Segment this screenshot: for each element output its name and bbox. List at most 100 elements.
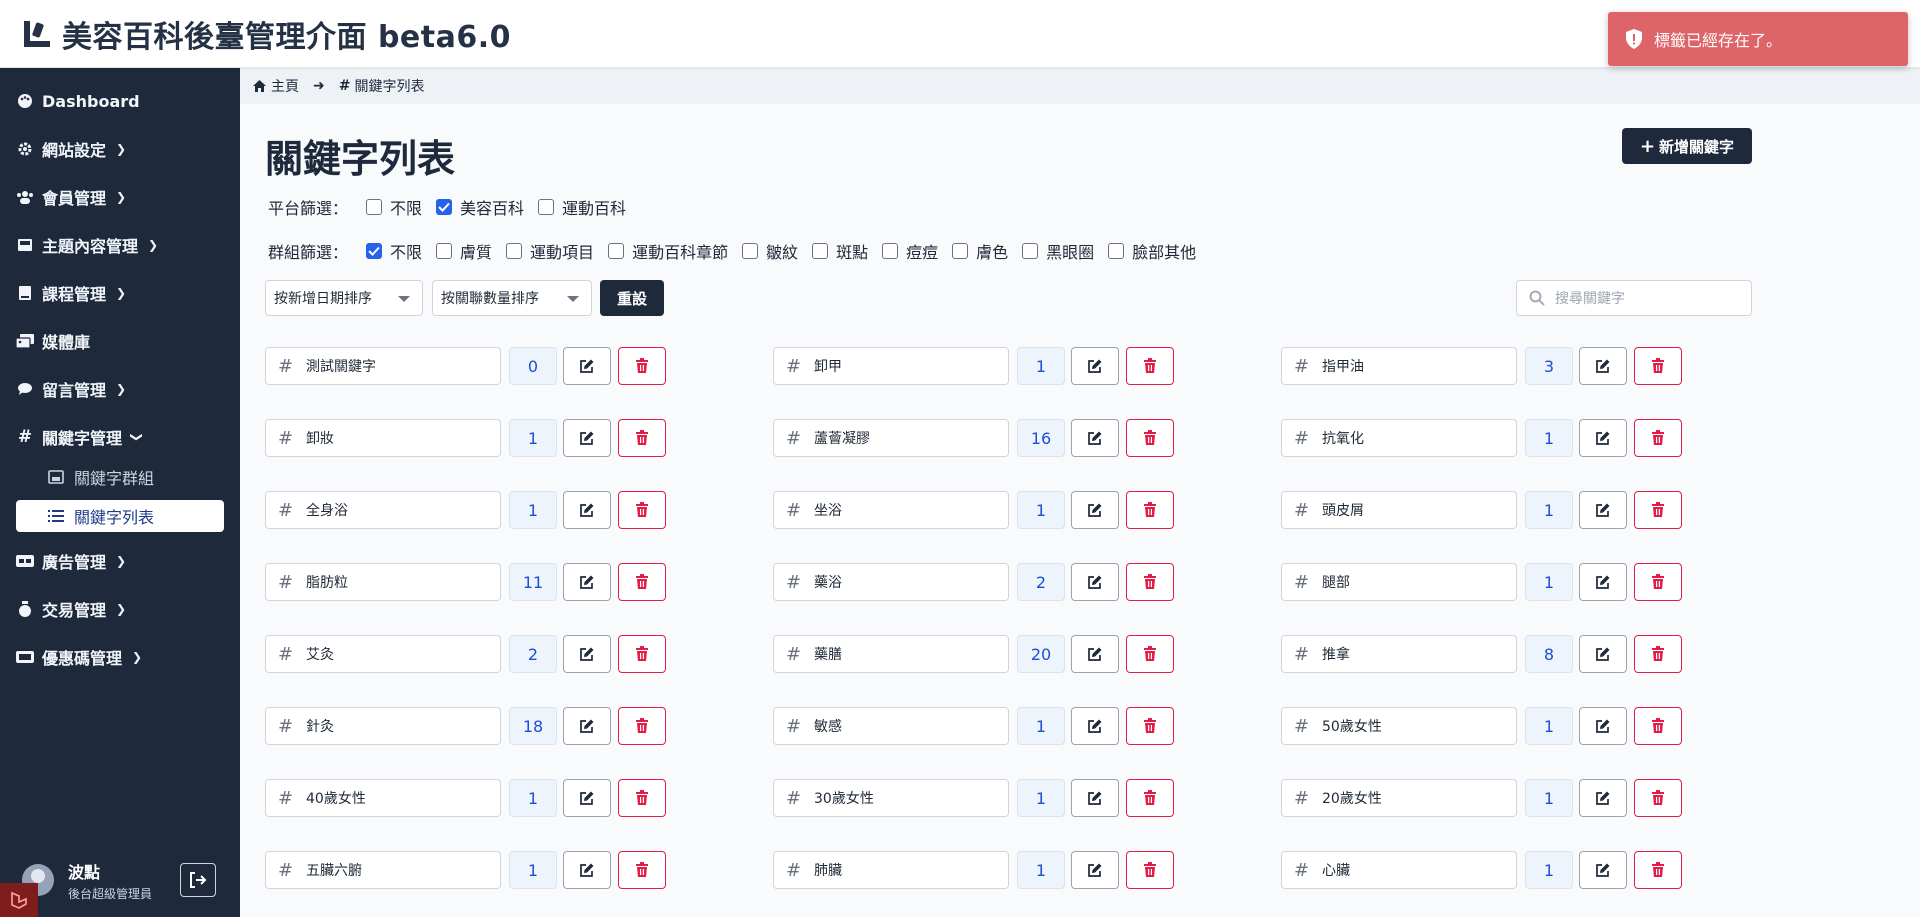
keyword-name-field[interactable]: # 推拿 — [1281, 635, 1517, 673]
checkbox[interactable] — [952, 243, 969, 259]
delete-button[interactable] — [1126, 707, 1174, 745]
edit-button[interactable] — [1579, 707, 1627, 745]
edit-button[interactable] — [1071, 851, 1119, 889]
keyword-name-field[interactable]: # 卸妝 — [265, 419, 501, 457]
group-checkbox[interactable]: 膚質 — [436, 239, 492, 263]
keyword-name-field[interactable]: #50歲女性 — [1281, 707, 1517, 745]
keyword-name-field[interactable]: # 全身浴 — [265, 491, 501, 529]
delete-button[interactable] — [618, 347, 666, 385]
keyword-name-field[interactable]: # 卸甲 — [773, 347, 1009, 385]
checkbox[interactable] — [1022, 243, 1039, 259]
delete-button[interactable] — [618, 707, 666, 745]
search-input[interactable]: 搜尋關鍵字 — [1516, 280, 1752, 316]
group-checkbox[interactable]: 運動百科章節 — [608, 239, 728, 263]
group-checkbox[interactable]: 黑眼圈 — [1022, 239, 1094, 263]
group-checkbox[interactable]: 皺紋 — [742, 239, 798, 263]
delete-button[interactable] — [1634, 779, 1682, 817]
keyword-name-field[interactable]: # 頭皮屑 — [1281, 491, 1517, 529]
keyword-name-field[interactable]: #30歲女性 — [773, 779, 1009, 817]
sidebar-item-media-library[interactable]: 媒體庫 — [0, 321, 240, 361]
group-checkbox[interactable]: 運動項目 — [506, 239, 594, 263]
keyword-name-field[interactable]: # 敏感 — [773, 707, 1009, 745]
delete-button[interactable] — [1126, 563, 1174, 601]
sidebar-item-keywords[interactable]: # 關鍵字管理 ❯ — [0, 417, 240, 457]
platform-checkbox-sports[interactable]: 運動百科 — [538, 195, 626, 219]
keyword-name-field[interactable]: # 抗氧化 — [1281, 419, 1517, 457]
breadcrumb-home[interactable]: 主頁 — [271, 76, 299, 96]
sort-by-date-select[interactable]: 按新增日期排序 — [265, 280, 423, 316]
group-checkbox-any[interactable]: 不限 — [366, 239, 422, 263]
add-keyword-button[interactable]: + 新增關鍵字 — [1622, 128, 1752, 164]
sort-by-count-select[interactable]: 按關聯數量排序 — [432, 280, 592, 316]
delete-button[interactable] — [1126, 851, 1174, 889]
delete-button[interactable] — [1634, 347, 1682, 385]
keyword-name-field[interactable]: # 蘆薈凝膠 — [773, 419, 1009, 457]
delete-button[interactable] — [1634, 707, 1682, 745]
edit-button[interactable] — [1579, 779, 1627, 817]
delete-button[interactable] — [618, 851, 666, 889]
keyword-name-field[interactable]: # 肺臟 — [773, 851, 1009, 889]
checkbox-checked[interactable] — [366, 243, 383, 259]
group-checkbox[interactable]: 斑點 — [812, 239, 868, 263]
keyword-name-field[interactable]: # 指甲油 — [1281, 347, 1517, 385]
group-checkbox[interactable]: 痘痘 — [882, 239, 938, 263]
sidebar-item-members[interactable]: 會員管理 ❯ — [0, 177, 240, 217]
delete-button[interactable] — [1126, 779, 1174, 817]
keyword-name-field[interactable]: # 五臟六腑 — [265, 851, 501, 889]
edit-button[interactable] — [563, 779, 611, 817]
edit-button[interactable] — [1071, 779, 1119, 817]
delete-button[interactable] — [1126, 419, 1174, 457]
keyword-name-field[interactable]: # 心臟 — [1281, 851, 1517, 889]
group-checkbox[interactable]: 膚色 — [952, 239, 1008, 263]
delete-button[interactable] — [618, 635, 666, 673]
checkbox[interactable] — [812, 243, 829, 259]
edit-button[interactable] — [1579, 563, 1627, 601]
delete-button[interactable] — [1634, 851, 1682, 889]
edit-button[interactable] — [1071, 491, 1119, 529]
sidebar-item-site-settings[interactable]: 網站設定 ❯ — [0, 129, 240, 169]
edit-button[interactable] — [1579, 491, 1627, 529]
checkbox[interactable] — [882, 243, 899, 259]
edit-button[interactable] — [563, 707, 611, 745]
sidebar-subitem-keyword-list[interactable]: 關鍵字列表 — [16, 500, 224, 532]
sidebar-item-courses[interactable]: 課程管理 ❯ — [0, 273, 240, 313]
platform-checkbox-any[interactable]: 不限 — [366, 195, 422, 219]
edit-button[interactable] — [1071, 347, 1119, 385]
keyword-name-field[interactable]: # 測試關鍵字 — [265, 347, 501, 385]
checkbox[interactable] — [608, 243, 625, 259]
edit-button[interactable] — [563, 347, 611, 385]
delete-button[interactable] — [618, 491, 666, 529]
edit-button[interactable] — [1071, 635, 1119, 673]
edit-button[interactable] — [1579, 851, 1627, 889]
checkbox[interactable] — [1108, 243, 1125, 259]
sidebar-item-dashboard[interactable]: Dashboard — [0, 81, 240, 121]
reset-button[interactable]: 重設 — [600, 280, 664, 316]
checkbox[interactable] — [366, 199, 383, 215]
sidebar-item-ads[interactable]: 廣告管理 ❯ — [0, 541, 240, 581]
keyword-name-field[interactable]: #20歲女性 — [1281, 779, 1517, 817]
checkbox[interactable] — [506, 243, 523, 259]
sidebar-item-topic-content[interactable]: 主題內容管理 ❯ — [0, 225, 240, 265]
keyword-name-field[interactable]: # 脂肪粒 — [265, 563, 501, 601]
delete-button[interactable] — [1126, 491, 1174, 529]
sidebar-item-comments[interactable]: 留言管理 ❯ — [0, 369, 240, 409]
edit-button[interactable] — [563, 491, 611, 529]
checkbox[interactable] — [538, 199, 555, 215]
sidebar-subitem-keyword-groups[interactable]: 關鍵字群組 — [16, 461, 224, 493]
keyword-name-field[interactable]: # 腿部 — [1281, 563, 1517, 601]
platform-checkbox-beauty[interactable]: 美容百科 — [436, 195, 524, 219]
edit-button[interactable] — [563, 419, 611, 457]
edit-button[interactable] — [563, 635, 611, 673]
checkbox[interactable] — [436, 243, 453, 259]
edit-button[interactable] — [1579, 347, 1627, 385]
delete-button[interactable] — [1126, 347, 1174, 385]
sidebar-item-transactions[interactable]: 交易管理 ❯ — [0, 589, 240, 629]
checkbox[interactable] — [742, 243, 759, 259]
edit-button[interactable] — [1071, 563, 1119, 601]
edit-button[interactable] — [563, 563, 611, 601]
keyword-name-field[interactable]: # 艾灸 — [265, 635, 501, 673]
delete-button[interactable] — [618, 779, 666, 817]
delete-button[interactable] — [1634, 491, 1682, 529]
keyword-name-field[interactable]: # 藥浴 — [773, 563, 1009, 601]
edit-button[interactable] — [1071, 419, 1119, 457]
